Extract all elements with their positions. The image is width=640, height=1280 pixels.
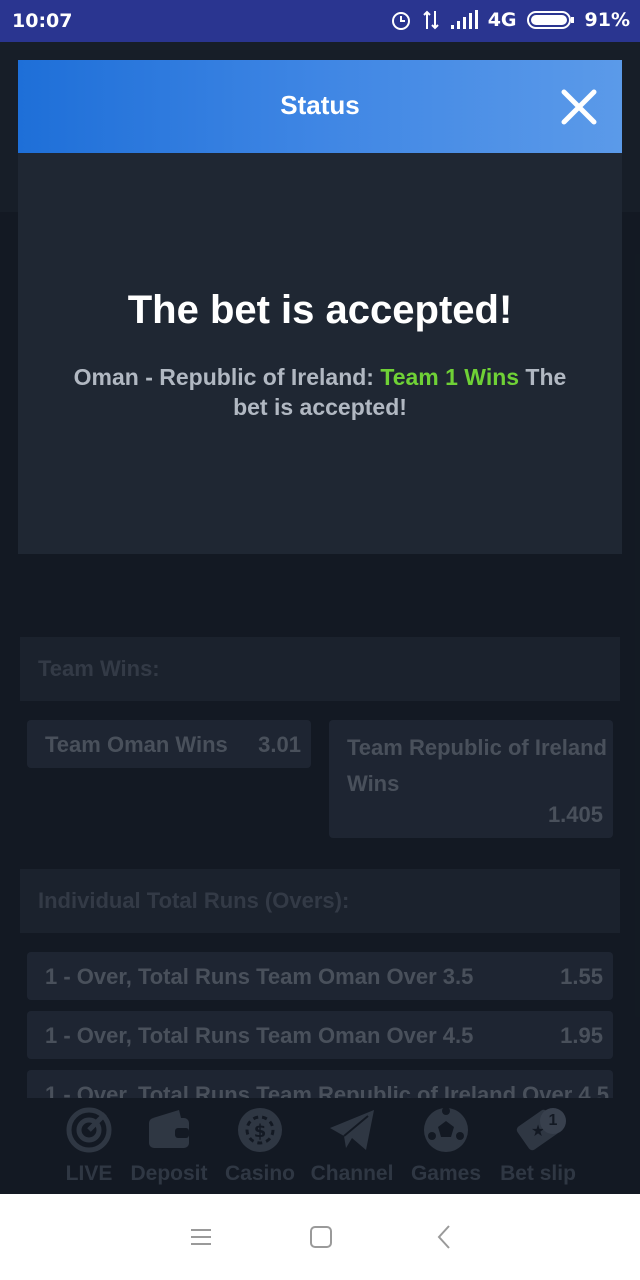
modal-header: Status <box>18 60 622 153</box>
back-icon <box>437 1225 450 1249</box>
message-selection: Team 1 Wins <box>380 364 520 390</box>
data-transfer-icon <box>422 10 439 30</box>
home-button[interactable] <box>306 1222 336 1252</box>
back-button[interactable] <box>430 1222 460 1252</box>
clock: 10:07 <box>12 10 73 32</box>
signal-icon <box>450 10 478 29</box>
message-match: Oman - Republic of Ireland: <box>73 364 381 390</box>
battery-icon <box>526 11 574 29</box>
menu-icon <box>191 1229 211 1245</box>
battery-percent: 91% <box>584 9 630 31</box>
modal-message: Oman - Republic of Ireland: Team 1 Wins … <box>58 362 582 422</box>
close-button[interactable] <box>560 88 598 126</box>
modal-heading: The bet is accepted! <box>127 288 513 332</box>
alarm-icon <box>391 12 410 30</box>
menu-button[interactable] <box>186 1222 216 1252</box>
status-modal: Status The bet is accepted! Oman - Repub… <box>18 60 622 554</box>
network-type: 4G <box>487 9 517 31</box>
close-icon <box>561 89 597 125</box>
modal-title: Status <box>280 90 360 120</box>
status-bar: 10:07 4G 91% <box>0 0 640 42</box>
home-icon <box>310 1226 332 1248</box>
status-icons: 4G 91% <box>390 9 630 31</box>
system-navigation-bar <box>0 1194 640 1280</box>
